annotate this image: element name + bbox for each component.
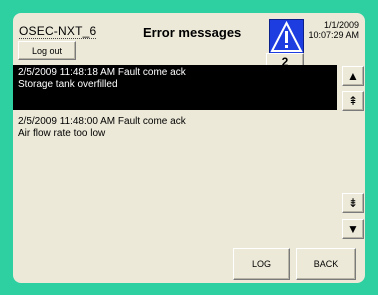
logout-button-label: Log out xyxy=(31,45,63,56)
warning-icon[interactable] xyxy=(269,19,304,55)
page-title: Error messages xyxy=(143,25,242,40)
back-button-label: BACK xyxy=(313,259,339,269)
time-value: 10:07:29 AM xyxy=(308,30,359,40)
back-button[interactable]: BACK xyxy=(296,248,356,280)
arrow-down-icon: ▼ xyxy=(347,222,359,236)
station-name: OSEC-NXT_6 xyxy=(19,24,97,39)
scroll-up-button[interactable]: ▲ xyxy=(342,66,364,86)
logout-button[interactable]: Log out xyxy=(18,41,76,60)
log-button-label: LOG xyxy=(251,259,271,269)
scroll-down-button[interactable]: ▼ xyxy=(342,219,364,239)
alarm-meta: 2/5/2009 11:48:00 AM Fault come ack xyxy=(18,116,186,127)
alarm-text: Storage tank overfilled xyxy=(18,79,118,90)
alarm-row[interactable]: 2/5/2009 11:48:18 AM Fault come ack Stor… xyxy=(13,65,337,110)
alarm-row[interactable]: 2/5/2009 11:48:00 AM Fault come ack Air … xyxy=(13,114,337,146)
page-down-button[interactable]: ⇟ xyxy=(342,193,364,213)
log-button[interactable]: LOG xyxy=(233,248,290,280)
datetime: 1/1/2009 10:07:29 AM xyxy=(308,20,359,40)
alarm-text: Air flow rate too low xyxy=(18,128,106,139)
alarm-meta: 2/5/2009 11:48:18 AM Fault come ack xyxy=(18,67,186,78)
page-up-button[interactable]: ⇞ xyxy=(342,91,364,111)
date-value: 1/1/2009 xyxy=(323,20,359,30)
hmi-panel: OSEC-NXT_6 Log out Error messages 2 1/1/… xyxy=(13,13,365,283)
arrow-up-icon: ▲ xyxy=(347,69,359,83)
double-arrow-down-icon: ⇟ xyxy=(347,196,359,210)
double-arrow-up-icon: ⇞ xyxy=(347,94,359,108)
station-label: OSEC-NXT_6 xyxy=(19,24,97,38)
station-underline xyxy=(19,38,97,39)
alarm-list: 2/5/2009 11:48:18 AM Fault come ack Stor… xyxy=(13,64,337,236)
